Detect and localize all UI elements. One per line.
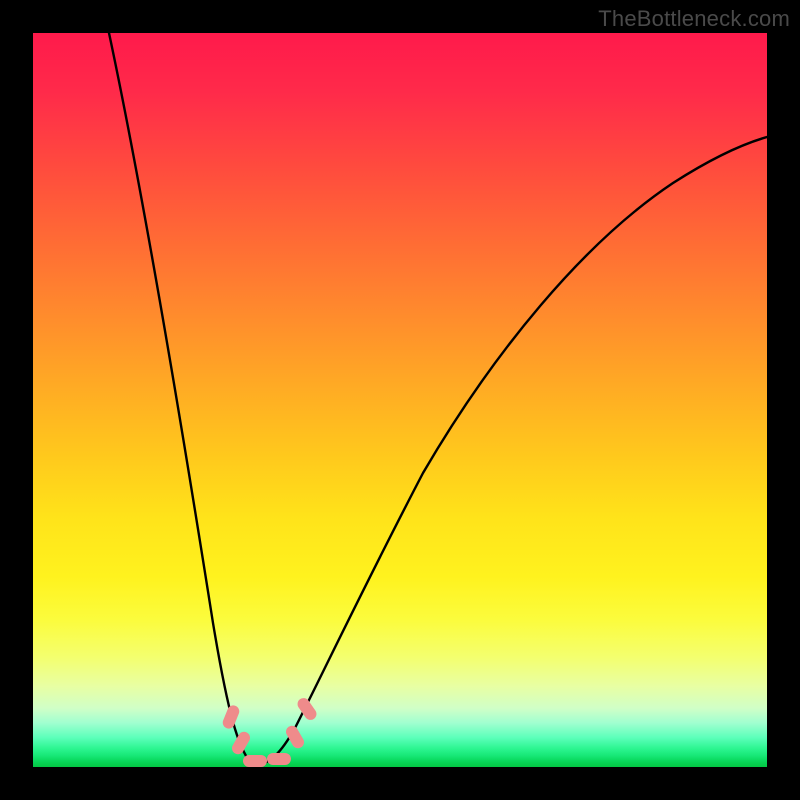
curve-right-branch	[255, 137, 767, 765]
curve-group	[109, 33, 767, 765]
watermark-text: TheBottleneck.com	[598, 6, 790, 32]
marker-d	[267, 753, 291, 765]
chart-frame: TheBottleneck.com	[0, 0, 800, 800]
marker-b	[230, 730, 252, 757]
chart-svg	[33, 33, 767, 767]
curve-left-branch	[109, 33, 255, 765]
marker-a	[221, 704, 241, 731]
marker-c	[243, 755, 267, 767]
plot-area	[33, 33, 767, 767]
marker-e	[284, 724, 306, 751]
